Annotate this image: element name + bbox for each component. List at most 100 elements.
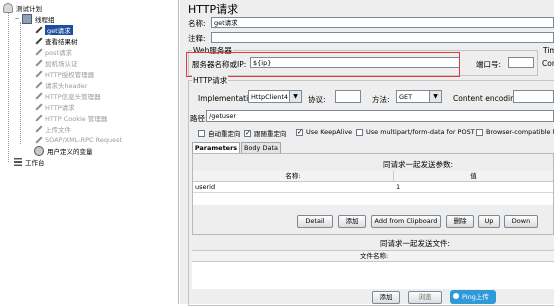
sampler-icon <box>34 125 42 133</box>
tree-item-label: get请求 <box>45 25 73 35</box>
checkbox-box: ✓ <box>244 128 251 137</box>
auto-redirect-checkbox[interactable]: 自动重定向 <box>198 128 241 138</box>
path-label: 路径: <box>190 114 208 123</box>
tree-item-label: 线程组 <box>35 16 55 24</box>
checkbox-label: 跟随重定向 <box>254 130 287 138</box>
tree-item-label: post请求 <box>45 49 73 57</box>
column-header-filename[interactable]: 文件名称: <box>360 251 388 261</box>
tree-item-label: SOAP/XML-RPC Request <box>45 136 123 144</box>
files-table-header: 文件名称: <box>192 251 554 262</box>
tree-item-label: 上传文件 <box>45 126 71 134</box>
detail-button[interactable]: Detail <box>297 215 333 228</box>
port-input[interactable] <box>508 57 534 68</box>
tree-item-thread-group[interactable]: − 线程组 <box>14 14 55 24</box>
column-header-name[interactable]: 名称: <box>193 171 394 182</box>
name-input[interactable]: get请求 <box>211 17 554 28</box>
implementation-value: HttpClient4 <box>251 93 289 101</box>
follow-redirect-checkbox[interactable]: ✓ 跟随重定向 <box>244 128 287 138</box>
tree-item-label: 测试计划 <box>16 5 42 13</box>
protocol-label: 协议: <box>308 95 326 104</box>
param-value-cell[interactable]: 1 <box>396 182 400 192</box>
checkbox-box <box>476 128 483 136</box>
checkbox-label: Use multipart/form-data for POST <box>366 128 475 136</box>
tree-item-label: 查看结果树 <box>45 38 78 46</box>
chevron-down-icon: ▼ <box>289 91 301 102</box>
add-file-button[interactable]: 添加 <box>372 291 400 304</box>
config-icon <box>34 70 42 78</box>
config-icon <box>34 114 42 122</box>
tree-item-workbench[interactable]: 工作台 <box>14 157 45 167</box>
up-button[interactable]: Up <box>478 215 500 228</box>
tree-item-header-manager[interactable]: HTTP信息头管理器 <box>34 91 101 101</box>
sampler-icon <box>34 48 42 56</box>
checkbox-box <box>356 128 363 136</box>
ping-upload-label: Ping上传 <box>462 293 489 301</box>
tree-item-auth-manager[interactable]: HTTP授权管理器 <box>34 69 94 79</box>
parameters-caption: 同请求一起发送参数: <box>383 160 454 169</box>
tree-item-label: 请求头header <box>45 82 88 90</box>
tab-parameters[interactable]: Parameters <box>192 142 240 153</box>
files-table[interactable]: 文件名称: <box>192 250 554 289</box>
ping-upload-button[interactable]: Ping上传 <box>450 290 496 304</box>
highlight-box <box>186 52 460 77</box>
comment-input[interactable] <box>211 32 554 43</box>
table-row[interactable]: userid 1 <box>193 182 553 193</box>
method-select[interactable]: GET ▼ <box>396 90 442 103</box>
tree-item-airport-auth[interactable]: 加机场认证 <box>34 58 78 68</box>
multipart-checkbox[interactable]: Use multipart/form-data for POST <box>356 128 475 136</box>
config-icon <box>34 81 42 89</box>
tree-item-view-results-tree[interactable]: 查看结果树 <box>34 36 78 46</box>
keepalive-checkbox[interactable]: ✓ Use KeepAlive <box>296 128 352 136</box>
browse-button[interactable]: 浏览 <box>408 291 442 304</box>
checkbox-label: Browser-compatible h <box>486 128 554 136</box>
checkbox-label: Use KeepAlive <box>306 128 353 136</box>
tree-item-label: 用户定义的变量 <box>47 148 93 156</box>
connect-timeout-label: Con <box>542 59 554 68</box>
parameters-panel: 同请求一起发送参数: 名称: 值 userid 1 Detail 添加 Add … <box>192 153 554 235</box>
down-button[interactable]: Down <box>504 215 538 228</box>
path-input[interactable]: /getuser <box>206 110 554 122</box>
add-button[interactable]: 添加 <box>338 215 366 228</box>
tree-item-soap-request[interactable]: SOAP/XML-RPC Request <box>34 135 122 145</box>
column-header-value[interactable]: 值 <box>394 171 553 182</box>
timeout-legend: Tim <box>543 46 554 55</box>
test-plan-tree[interactable]: 测试计划 − 线程组 get请求 查看结果树 post请求 加机场认证 HTTP… <box>0 0 179 304</box>
tree-item-upload-file[interactable]: 上传文件 <box>34 124 71 134</box>
checkbox-label: 自动重定向 <box>208 130 241 138</box>
tree-item-request-header[interactable]: 请求头header <box>34 80 87 90</box>
sampler-icon <box>34 136 42 144</box>
delete-button[interactable]: 删除 <box>446 215 474 228</box>
tree-item-label: HTTP Cookie 管理器 <box>45 115 108 123</box>
name-label: 名称: <box>188 19 206 28</box>
config-icon <box>34 146 44 156</box>
tree-item-get-request[interactable]: get请求 <box>34 25 73 35</box>
tree-item-test-plan[interactable]: 测试计划 <box>3 3 42 13</box>
content-encoding-input[interactable] <box>513 90 554 103</box>
tree-item-user-variables[interactable]: 用户定义的变量 <box>34 146 93 156</box>
implementation-select[interactable]: HttpClient4 ▼ <box>248 90 302 103</box>
page-title: HTTP请求 <box>188 3 239 16</box>
collapse-icon[interactable]: − <box>14 16 20 22</box>
tree-item-label: 工作台 <box>25 159 45 167</box>
browser-compatible-checkbox[interactable]: Browser-compatible h <box>476 128 554 136</box>
checkbox-box: ✓ <box>296 127 303 136</box>
tree-item-post-request[interactable]: post请求 <box>34 47 72 57</box>
listener-icon <box>34 37 42 45</box>
sampler-icon <box>34 103 42 111</box>
protocol-input[interactable] <box>335 90 361 103</box>
tree-item-cookie-manager[interactable]: HTTP Cookie 管理器 <box>34 113 107 123</box>
tree-item-label: HTTP信息头管理器 <box>45 93 101 101</box>
param-name-cell[interactable]: userid <box>195 182 215 192</box>
port-label: 端口号: <box>476 60 502 69</box>
tab-body-data[interactable]: Body Data <box>241 142 281 153</box>
content-encoding-label: Content encoding: <box>453 94 523 103</box>
tree-guide-line <box>8 12 9 162</box>
tree-item-http-request[interactable]: HTTP请求 <box>34 102 75 112</box>
upload-icon <box>453 293 459 299</box>
tree-guide-line <box>20 22 21 144</box>
config-icon <box>34 92 42 100</box>
add-from-clipboard-button[interactable]: Add from Clipboard <box>371 215 441 228</box>
parameters-table[interactable]: 名称: 值 userid 1 <box>193 171 553 205</box>
comment-label: 注释: <box>188 34 206 43</box>
sampler-icon <box>34 26 42 34</box>
